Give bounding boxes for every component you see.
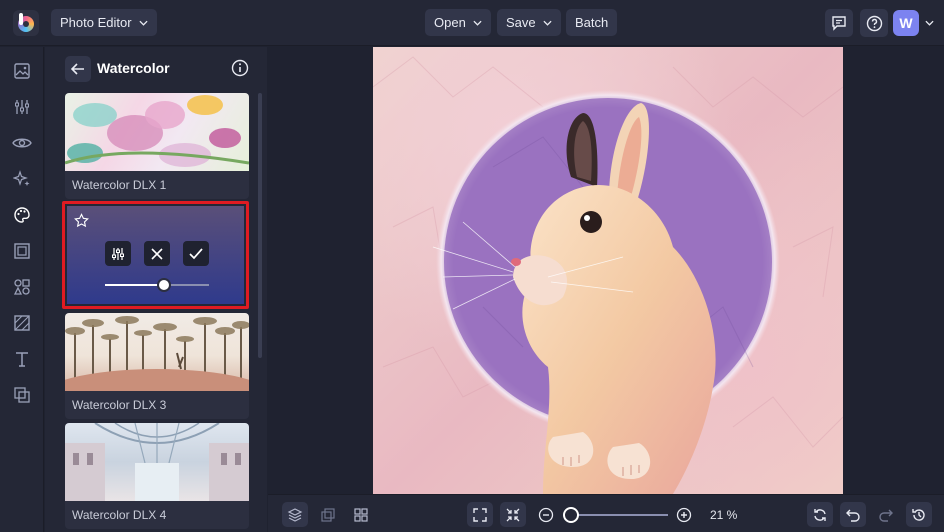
effect-thumbnail [65,93,249,171]
active-effect-card[interactable] [62,201,249,309]
cancel-button[interactable] [144,241,170,266]
palette-tool-icon[interactable] [11,204,33,226]
bottom-bar: 21 % [268,494,944,532]
history-button[interactable] [906,502,932,527]
redo-icon [879,509,893,522]
overlay-tool-icon[interactable] [11,384,33,406]
check-icon [189,247,203,259]
refresh-icon [814,508,826,521]
canvas-area[interactable] [268,47,944,494]
layers-icon [287,507,303,522]
compare-icon [321,507,335,522]
avatar-initial: W [899,15,913,31]
feedback-button[interactable] [825,9,853,37]
image-tool-icon[interactable] [11,60,33,82]
app-logo-icon[interactable] [13,10,39,36]
tool-rail [0,47,44,532]
intensity-slider[interactable] [105,278,209,292]
redo-button[interactable] [873,502,899,527]
grid-button[interactable] [348,502,374,527]
chevron-down-icon[interactable] [925,20,934,26]
batch-label: Batch [575,15,609,30]
palm-beach-thumbnail [65,313,249,391]
photo-editor-label: Photo Editor [60,15,132,30]
fit-screen-button[interactable] [467,502,493,527]
effect-label: Watercolor DLX 4 [72,508,167,522]
arrow-left-icon [71,63,84,75]
shrink-icon [506,508,520,521]
sparkle-tool-icon[interactable] [11,168,33,190]
actual-size-button[interactable] [500,502,526,527]
apply-button[interactable] [183,241,209,266]
rabbit-photo[interactable] [373,47,843,494]
frame-tool-icon[interactable] [11,240,33,262]
zoom-slider[interactable] [570,514,668,516]
comment-icon [832,16,846,31]
undo-icon [846,509,860,522]
save-label: Save [506,15,536,30]
sliders-icon [112,247,124,260]
save-button[interactable]: Save [497,9,561,36]
effects-panel: Watercolor Watercolor DLX 1 Watercolor D… [45,47,267,532]
expand-icon [473,507,487,522]
effect-card-dlx4[interactable]: Watercolor DLX 4 [65,423,249,529]
effect-card-dlx1[interactable]: Watercolor DLX 1 [65,93,249,199]
star-icon[interactable] [74,213,89,228]
open-button[interactable]: Open [425,9,491,36]
effect-card-dlx3[interactable]: Watercolor DLX 3 [65,313,249,419]
flowers-thumbnail [65,95,249,167]
reset-button[interactable] [807,502,833,527]
effect-label: Watercolor DLX 1 [72,178,167,192]
back-button[interactable] [65,56,91,82]
compare-button[interactable] [315,502,341,527]
gallery-thumbnail [65,423,249,501]
layers-button[interactable] [282,502,308,527]
chevron-down-icon [138,20,148,26]
intensity-fill [105,284,165,286]
eye-tool-icon[interactable] [11,132,33,154]
adjust-tool-icon[interactable] [11,96,33,118]
top-bar: Photo Editor Open Save Batch W [0,0,944,46]
texture-tool-icon[interactable] [11,312,33,334]
history-icon [912,508,925,521]
info-icon[interactable] [231,59,249,77]
text-tool-icon[interactable] [11,348,33,370]
open-label: Open [434,15,466,30]
panel-title: Watercolor [97,60,170,76]
batch-button[interactable]: Batch [566,9,618,36]
zoom-slider-knob[interactable] [563,507,579,523]
photo-editor-dropdown[interactable]: Photo Editor [51,9,157,36]
help-icon [866,15,882,31]
undo-button[interactable] [840,502,866,527]
chevron-down-icon [543,20,552,26]
chevron-down-icon [473,20,482,26]
effect-label: Watercolor DLX 3 [72,398,167,412]
avatar[interactable]: W [893,10,919,36]
adjust-settings-button[interactable] [105,241,131,266]
close-icon [151,247,163,260]
grid-icon [354,507,368,522]
zoom-out-icon[interactable] [538,507,554,523]
shapes-tool-icon[interactable] [11,276,33,298]
help-button[interactable] [860,9,888,37]
watercolor-rabbit-image [373,56,843,494]
zoom-in-icon[interactable] [676,507,692,523]
intensity-knob[interactable] [157,278,172,292]
zoom-level: 21 % [710,508,738,522]
panel-scrollbar[interactable] [258,93,262,358]
